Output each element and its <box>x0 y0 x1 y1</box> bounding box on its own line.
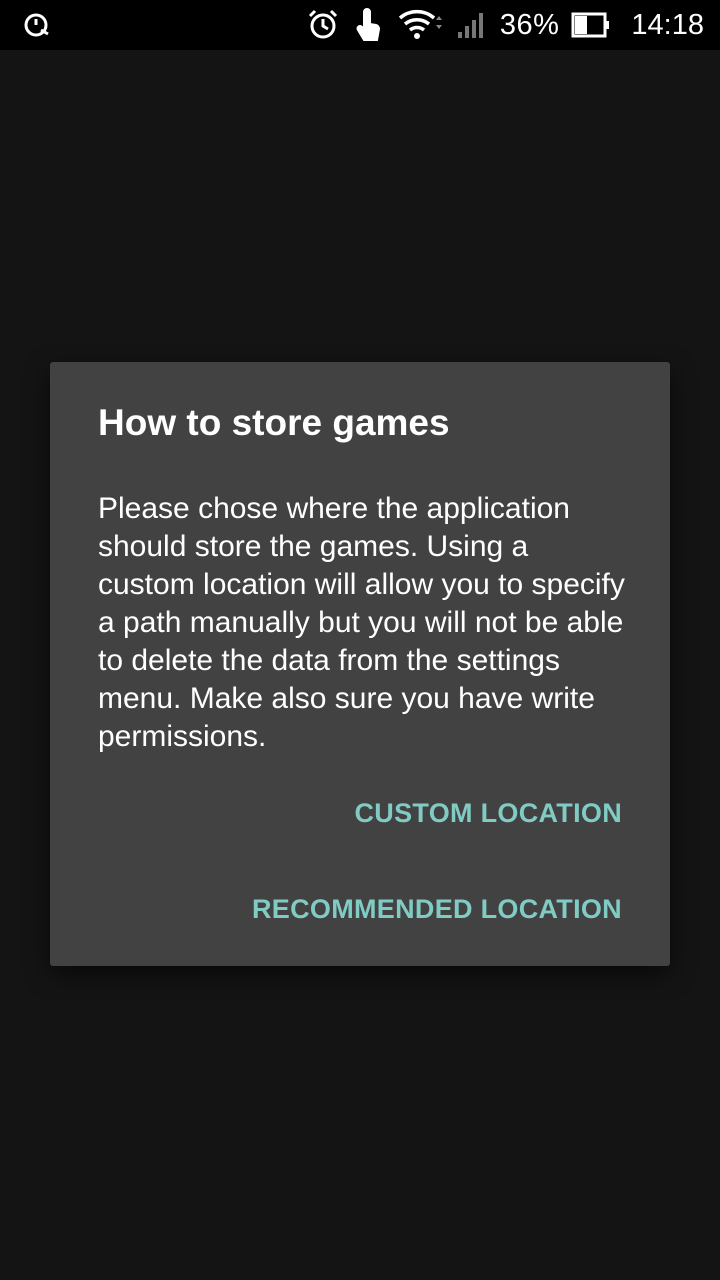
wifi-icon <box>398 10 442 39</box>
touch-icon <box>356 8 380 41</box>
screen: 36% 14:18 How to store games Please chos… <box>0 0 720 1280</box>
data-saver-icon <box>24 13 49 37</box>
dialog-message: Please chose where the application shoul… <box>98 492 625 753</box>
signal-icon <box>457 13 483 38</box>
dialog-title: How to store games <box>98 402 450 443</box>
recommended-location-button[interactable]: RECOMMENDED LOCATION <box>252 894 622 925</box>
battery-icon <box>571 12 610 38</box>
clock: 14:18 <box>631 8 704 41</box>
custom-location-button[interactable]: CUSTOM LOCATION <box>355 798 623 829</box>
status-bar: 36% 14:18 <box>0 0 720 50</box>
alarm-icon <box>308 9 337 39</box>
store-games-dialog: How to store games Please chose where th… <box>50 362 670 966</box>
battery-percent: 36% <box>499 8 560 41</box>
status-icons: 36% 14:18 <box>306 0 704 50</box>
